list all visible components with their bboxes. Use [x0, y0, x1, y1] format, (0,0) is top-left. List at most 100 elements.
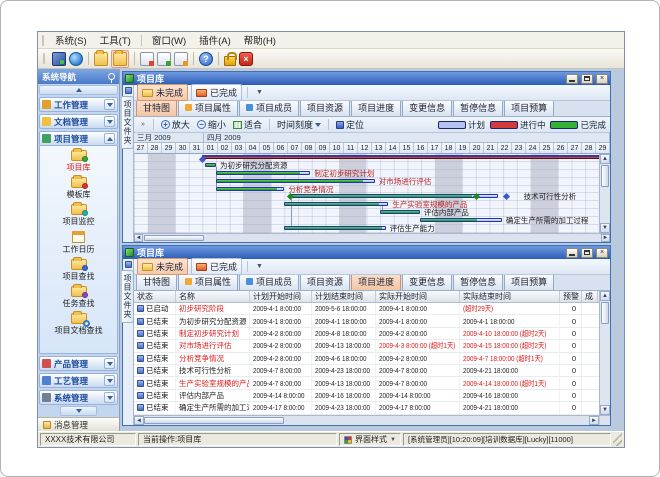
sidebar-item-5[interactable]: 任务查找: [40, 284, 117, 311]
menu-item-4[interactable]: 帮助(H): [238, 32, 282, 48]
maximize-button[interactable]: [581, 74, 593, 84]
table-row-0[interactable]: 已启动初步研究阶段2009-4-1 8:00:002009-5-6 18:00:…: [134, 303, 599, 315]
gantt-tab-2[interactable]: 项目成员: [239, 101, 299, 116]
group-expand-button[interactable]: [104, 375, 115, 386]
sidebar-group-top-0[interactable]: 工作管理: [39, 97, 118, 112]
task-bar[interactable]: [216, 187, 284, 191]
sidebar-item-2[interactable]: 项目监控: [40, 202, 117, 229]
scroll-right-arrow[interactable]: ►: [601, 234, 610, 242]
table-tab-0[interactable]: 甘特图: [136, 275, 177, 290]
column-header-7[interactable]: 成: [582, 291, 598, 302]
column-header-4[interactable]: 实际开始时间: [376, 291, 460, 302]
gantt-tab-5[interactable]: 变更信息: [402, 101, 452, 116]
column-header-0[interactable]: 状态: [134, 291, 176, 302]
table-tab-6[interactable]: 暂停信息: [453, 275, 503, 290]
ui-style-dropdown[interactable]: 界面样式 ▼: [339, 433, 401, 446]
column-header-6[interactable]: 预警: [560, 291, 582, 302]
table-row-8[interactable]: 已结束确定生产所需的加工过程2009-4-17 8:00:002009-4-23…: [134, 402, 599, 414]
mail-new-icon[interactable]: [140, 52, 154, 66]
sidebar-tab-messages[interactable]: 消息管理: [38, 417, 119, 431]
globe-icon[interactable]: [69, 52, 83, 66]
task-bar[interactable]: [290, 194, 498, 198]
sidebar-item-4[interactable]: 项目查找: [40, 257, 117, 284]
sidebar-group-top-1[interactable]: 文档管理: [39, 114, 118, 129]
sidebar-collapse-button[interactable]: [39, 85, 118, 95]
sidebar-group-bottom-1[interactable]: 工艺管理: [39, 373, 118, 388]
sidebar-item-3[interactable]: 工作日历: [40, 229, 117, 257]
task-bar[interactable]: [216, 179, 375, 183]
column-header-2[interactable]: 计划开始时间: [250, 291, 312, 302]
menu-item-3[interactable]: 插件(A): [193, 32, 237, 48]
pushpin-icon[interactable]: [108, 73, 115, 80]
scroll-left-arrow[interactable]: ◄: [134, 416, 144, 425]
menu-item-2[interactable]: 窗口(W): [146, 32, 192, 48]
task-bar[interactable]: [216, 171, 310, 175]
folder-closed-icon[interactable]: [94, 52, 108, 66]
help-icon[interactable]: ?: [199, 52, 213, 66]
column-header-1[interactable]: 名称: [176, 291, 250, 302]
gantt-tab-3[interactable]: 项目资源: [300, 101, 350, 116]
gantt-tab-7[interactable]: 项目预算: [504, 101, 554, 116]
scroll-track[interactable]: [144, 416, 589, 425]
close-button[interactable]: ×: [596, 248, 608, 258]
zoom-out-button[interactable]: −缩小: [195, 118, 228, 131]
gantt-filter-0[interactable]: 未完成: [137, 84, 188, 101]
gantt-hscrollbar[interactable]: ◄ ►: [134, 233, 610, 242]
locate-button[interactable]: 定位: [334, 118, 366, 131]
table-hscrollbar[interactable]: ◄ ►: [134, 415, 610, 425]
table-row-4[interactable]: 已结束分析竞争情况2009-4-2 8:00:002009-4-6 18:00:…: [134, 353, 599, 365]
table-tab-5[interactable]: 变更信息: [402, 275, 452, 290]
gantt-filter-1[interactable]: 已完成: [191, 84, 242, 101]
scroll-up-arrow[interactable]: ▲: [600, 291, 610, 301]
column-header-3[interactable]: 计划结束时间: [312, 291, 376, 302]
scroll-left-arrow[interactable]: ◄: [134, 234, 143, 242]
group-expand-button[interactable]: [104, 133, 115, 144]
task-bar[interactable]: [420, 218, 502, 222]
group-expand-button[interactable]: [104, 99, 115, 110]
scroll-down-arrow[interactable]: ▼: [600, 223, 610, 233]
gantt-tab-0[interactable]: 甘特图: [136, 101, 177, 116]
maximize-button[interactable]: [581, 248, 593, 258]
scroll-up-arrow[interactable]: ▲: [600, 154, 610, 164]
column-header-5[interactable]: 实际结束时间: [460, 291, 560, 302]
table-filter-1[interactable]: 已完成: [191, 258, 242, 275]
table-row-3[interactable]: 已结束对市场进行评估2009-4-2 8:00:002009-4-13 18:0…: [134, 340, 599, 352]
exit-icon[interactable]: ×: [239, 52, 253, 66]
menu-item-1[interactable]: 工具(T): [94, 32, 137, 48]
mail-flag-icon[interactable]: [174, 52, 188, 66]
table-row-2[interactable]: 已结束制定初步研究计划2009-4-2 8:00:002009-4-8 18:0…: [134, 328, 599, 340]
table-row-5[interactable]: 已结束技术可行性分析2009-4-7 8:00:002009-4-23 18:0…: [134, 365, 599, 377]
sidebar-item-1[interactable]: 模板库: [40, 175, 117, 202]
toolbar-overflow-button[interactable]: »: [138, 121, 148, 128]
scroll-right-arrow[interactable]: ►: [589, 416, 599, 425]
task-bar[interactable]: [284, 202, 388, 206]
table-row-6[interactable]: 已结束生产实验室规模的产品2009-4-7 8:00:002009-4-13 1…: [134, 377, 599, 389]
scroll-down-arrow[interactable]: ▼: [600, 405, 610, 415]
resize-grip[interactable]: [613, 433, 622, 446]
summary-bar[interactable]: [202, 155, 599, 159]
scroll-thumb[interactable]: [144, 417, 284, 424]
lock-icon[interactable]: [224, 56, 236, 66]
timescale-dropdown[interactable]: 时间刻度: [275, 118, 323, 131]
minimize-button[interactable]: [566, 74, 578, 84]
close-button[interactable]: ×: [596, 74, 608, 84]
zoom-in-button[interactable]: +放大: [159, 118, 192, 131]
folder-panel-tab[interactable]: 项目文件夹: [123, 85, 134, 242]
task-bar[interactable]: [205, 163, 216, 167]
sidebar-overflow-button[interactable]: [60, 406, 97, 416]
table-tab-3[interactable]: 项目资源: [300, 275, 350, 290]
folder-panel-tab[interactable]: 项目文件夹: [123, 259, 134, 425]
fit-button[interactable]: 适合: [231, 118, 264, 131]
group-expand-button[interactable]: [104, 358, 115, 369]
sidebar-item-0[interactable]: 项目库: [40, 148, 117, 175]
table-tab-1[interactable]: 项目属性: [178, 275, 238, 290]
toolbar-overflow-button[interactable]: ▼: [253, 89, 266, 96]
mail-open-icon[interactable]: [157, 52, 171, 66]
sidebar-item-6[interactable]: 项目文档查找: [40, 311, 117, 338]
table-tab-7[interactable]: 项目预算: [504, 275, 554, 290]
task-bar[interactable]: [380, 210, 420, 214]
scroll-thumb[interactable]: [144, 235, 204, 241]
scroll-thumb[interactable]: [601, 302, 609, 324]
group-expand-button[interactable]: [104, 116, 115, 127]
minimize-button[interactable]: [566, 248, 578, 258]
